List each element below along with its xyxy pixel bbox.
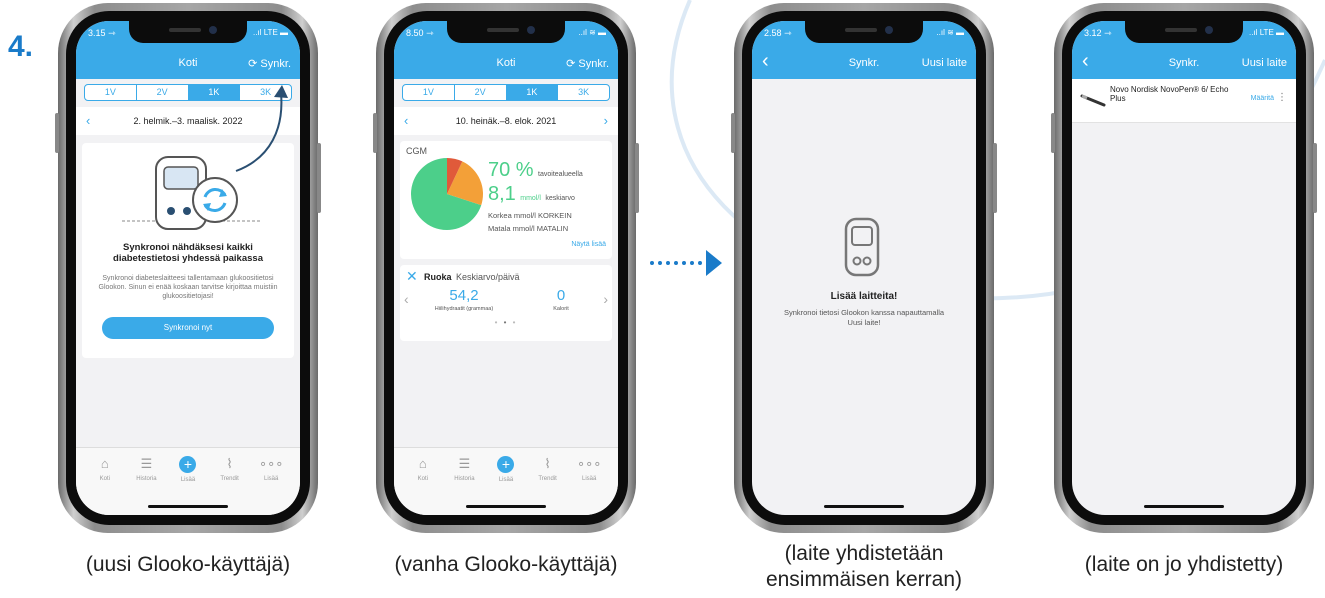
average-value: 8,1 [488, 183, 516, 205]
more-vertical-icon[interactable]: ⋮ [1277, 92, 1287, 103]
caption-already-connected: (laite on jo yhdistetty) [1084, 553, 1284, 576]
food-sublabel: Keskiarvo/päivä [456, 272, 520, 282]
cgm-label: CGM [406, 146, 427, 156]
sync-heading: Synkronoi nähdäksesi kaikki diabetestiet… [113, 242, 263, 264]
tab-2v[interactable]: 2V [455, 85, 507, 100]
page-dots: • • • [494, 318, 518, 327]
empty-body: Synkronoi tietosi Glookon kanssa napautt… [783, 308, 945, 327]
home-indicator [466, 505, 546, 508]
configure-link[interactable]: Määritä [1251, 95, 1274, 102]
status-time: 3.15 ⇾ [88, 28, 116, 38]
status-icons: ..ıl ≋ ▬ [578, 28, 606, 37]
home-icon: ⌂ [100, 456, 109, 471]
prev-chevron-icon[interactable]: ‹ [404, 107, 408, 135]
date-range: 10. heinäk.–8. elok. 2021 [455, 116, 557, 126]
show-more-link[interactable]: Näytä lisää [571, 241, 606, 248]
new-device-button[interactable]: Uusi laite [922, 57, 967, 69]
status-time: 8.50 ⇾ [406, 28, 434, 38]
prev-chevron-icon[interactable]: ‹ [86, 107, 90, 135]
flow-arrow [650, 250, 722, 276]
chart-icon: ⌇ [544, 456, 551, 471]
food-label: Ruoka [424, 272, 452, 282]
sync-now-button[interactable]: Synkronoi nyt [102, 317, 274, 339]
date-row: ‹ 10. heinäk.–8. elok. 2021 › [394, 107, 618, 135]
carbs-value: 54,2 [449, 287, 479, 304]
caption-old-user: (vanha Glooko-käyttäjä) [394, 553, 618, 576]
device-row[interactable]: Novo Nordisk NovoPen® 6/ Echo Plus Määri… [1072, 79, 1296, 123]
empty-heading: Lisää laitteita! [830, 291, 898, 302]
new-device-button[interactable]: Uusi laite [1242, 57, 1287, 69]
sync-body: Synkronoi diabeteslaitteesi tallentamaan… [98, 275, 278, 300]
time-in-range-value: 70 % [488, 159, 534, 181]
next-chevron-icon[interactable]: › [603, 291, 608, 307]
tab-1k[interactable]: 1K [506, 85, 559, 100]
sync-button[interactable]: ⟳ Synkr. [248, 57, 291, 70]
phone-already-connected: 3.12 ⇾ ..ıl LTE ▬ ‹ Synkr. Uusi laite No… [1051, 3, 1317, 533]
phone-first-connect: 2.58 ⇾ ..ıl ≋ ▬ ‹ Synkr. Uusi laite Lisä… [731, 3, 997, 533]
tab-home[interactable]: ⌂ Koti [84, 448, 126, 515]
home-indicator [1144, 505, 1224, 508]
next-chevron-icon[interactable]: › [604, 107, 608, 135]
average-label: keskiarvo [545, 195, 575, 202]
list-icon: ☰ [140, 456, 153, 471]
page: { "step_number": "4.", "colors": {"accen… [0, 0, 1325, 598]
chart-icon: ⌇ [226, 456, 233, 471]
period-selector: 1V 2V 1K 3K [402, 84, 610, 101]
more-icon: ∘∘∘ [576, 456, 602, 471]
time-in-range: 70 % tavoitealueella [488, 159, 583, 182]
status-icons: ..ıl LTE ▬ [253, 28, 288, 37]
tab-2v[interactable]: 2V [137, 85, 189, 100]
status-time: 3.12 ⇾ [1084, 28, 1112, 38]
home-icon: ⌂ [418, 456, 427, 471]
arrow-annotation [235, 85, 288, 172]
tab-more[interactable]: ∘∘∘ Lisää [568, 448, 610, 515]
calories-label: Kalorit [553, 306, 569, 312]
prev-chevron-icon[interactable]: ‹ [404, 291, 409, 307]
low-label: Matala mmol/l MATALIN [488, 224, 569, 233]
tab-more[interactable]: ∘∘∘ Lisää [250, 448, 292, 515]
status-icons: ..ıl LTE ▬ [1249, 28, 1284, 37]
carbs-label: Hiilihydraatit (grammaa) [434, 306, 494, 312]
glucose-meter-icon [844, 217, 880, 277]
caption-first-connect: (laite yhdistetään ensimmäisen kerran) [724, 541, 1004, 593]
tab-1v[interactable]: 1V [403, 85, 455, 100]
home-indicator [824, 505, 904, 508]
insulin-pen-icon [1080, 94, 1106, 107]
list-icon: ☰ [458, 456, 471, 471]
calories-value: 0 [556, 287, 566, 304]
phone-new-user: 3.15 ⇾ ..ıl LTE ▬ Koti ⟳ Synkr. 1V 2V 1K… [55, 3, 321, 533]
tab-home[interactable]: ⌂ Koti [402, 448, 444, 515]
device-name: Novo Nordisk NovoPen® 6/ Echo Plus [1110, 85, 1229, 103]
caption-line-2: ensimmäisen kerran) [765, 568, 963, 591]
tab-1v[interactable]: 1V [85, 85, 137, 100]
more-icon: ∘∘∘ [258, 456, 284, 471]
average-unit: mmol/l [520, 195, 541, 202]
caption-line-1: (laite yhdistetään [784, 542, 944, 565]
tab-3k[interactable]: 3K [558, 85, 609, 100]
status-time: 2.58 ⇾ [764, 28, 792, 38]
status-icons: ..ıl ≋ ▬ [936, 28, 964, 37]
food-card: ✕ Ruoka Keskiarvo/päivä ‹ › 54,2 Hiilihy… [400, 265, 612, 341]
sync-button[interactable]: ⟳ Synkr. [566, 57, 609, 70]
time-in-range-label: tavoitealueella [538, 171, 583, 178]
home-indicator [148, 505, 228, 508]
cutlery-icon: ✕ [406, 268, 418, 284]
cgm-card: CGM 70 % tavoitealueella 8,1 mmol/l kesk… [400, 141, 612, 259]
average-glucose: 8,1 mmol/l keskiarvo [488, 183, 575, 206]
phone-old-user: 8.50 ⇾ ..ıl ≋ ▬ Koti ⟳ Synkr. 1V 2V 1K 3… [373, 3, 639, 533]
caption-new-user: (uusi Glooko-käyttäjä) [85, 553, 291, 576]
high-label: Korkea mmol/l KORKEIN [488, 211, 572, 220]
plus-icon: + [497, 456, 515, 473]
time-in-range-pie [411, 158, 483, 230]
plus-icon: + [179, 456, 197, 473]
step-number: 4. [8, 30, 34, 63]
